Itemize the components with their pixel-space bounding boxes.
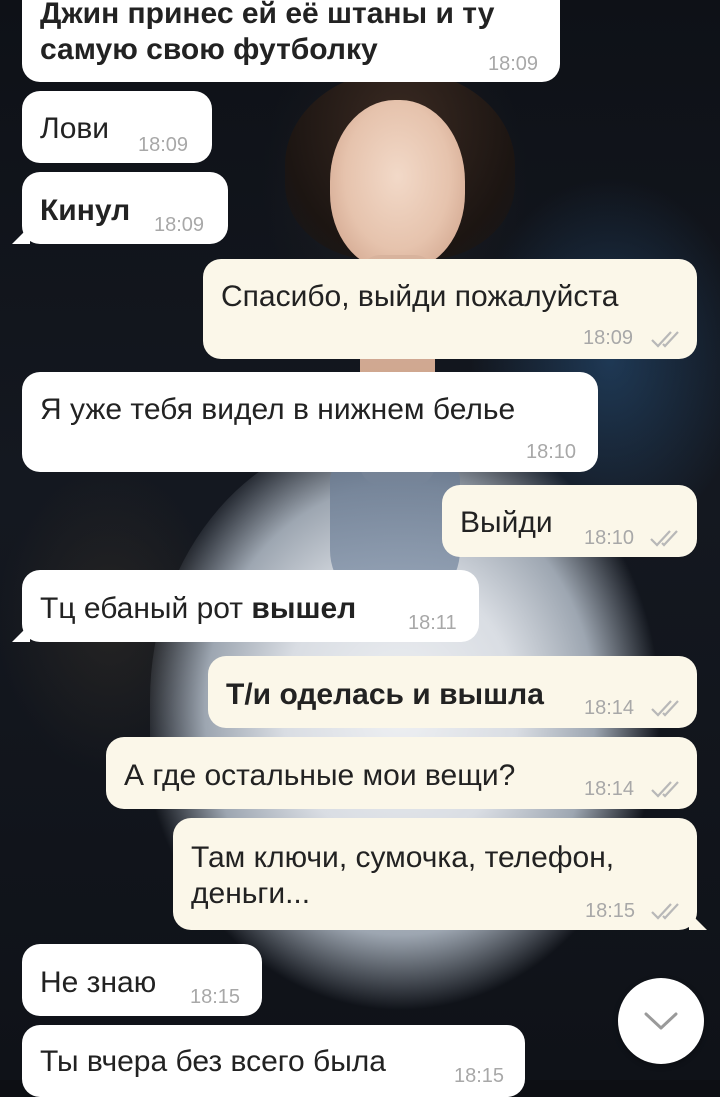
- message-text: Тц ебаный рот вышел: [40, 591, 356, 627]
- message-time: 18:10: [526, 441, 577, 463]
- double-check-icon: [651, 700, 679, 717]
- message-text: Не знаю: [40, 966, 157, 999]
- message-time: 18:14: [584, 697, 635, 719]
- message-text: Спасибо, выйди пожалуйста: [221, 280, 619, 313]
- message-time: 18:09: [583, 327, 634, 349]
- message-bubble-incoming[interactable]: Не знаю 18:15: [22, 944, 262, 1016]
- double-check-icon: [651, 331, 679, 348]
- message-bubble-outgoing[interactable]: Выйди 18:10: [442, 485, 697, 557]
- message-bubble-incoming[interactable]: Тц ебаный рот вышел 18:11: [12, 570, 479, 642]
- message-text: Кинул: [40, 194, 131, 227]
- message-text: Т/и оделась и вышла: [226, 678, 544, 711]
- scroll-to-bottom-button[interactable]: [618, 978, 704, 1064]
- message-bubble-incoming[interactable]: Лови 18:09: [22, 91, 212, 163]
- message-text-line: Джин принес ей её штаны и ту: [40, 0, 495, 30]
- photo-face: [330, 100, 465, 270]
- message-time: 18:09: [154, 214, 205, 236]
- message-bubble-outgoing[interactable]: Там ключи, сумочка, телефон, деньги... 1…: [173, 818, 707, 930]
- message-bubble-incoming[interactable]: Джин принес ей её штаны и ту самую свою …: [22, 0, 560, 82]
- message-text-line: Там ключи, сумочка, телефон,: [191, 841, 615, 874]
- message-time: 18:10: [584, 527, 635, 549]
- message-text-bold: вышел: [251, 592, 357, 625]
- message-time: 18:11: [408, 612, 457, 634]
- message-text: Лови: [40, 112, 110, 145]
- message-time: 18:15: [454, 1065, 505, 1087]
- message-time: 18:14: [584, 778, 635, 800]
- message-text: Ты вчера без всего была: [40, 1045, 386, 1078]
- double-check-icon: [650, 530, 678, 547]
- message-text: Выйди: [460, 506, 553, 539]
- message-time: 18:09: [488, 53, 539, 75]
- message-text-line: самую свою футболку: [40, 33, 378, 66]
- message-bubble-outgoing[interactable]: А где остальные мои вещи? 18:14: [106, 737, 697, 809]
- message-bubble-outgoing[interactable]: Спасибо, выйди пожалуйста 18:09: [203, 259, 697, 359]
- message-bubble-outgoing[interactable]: Т/и оделась и вышла 18:14: [208, 656, 697, 728]
- message-text: А где остальные мои вещи?: [124, 759, 516, 792]
- chevron-down-icon: [644, 1012, 678, 1030]
- message-bubble-incoming[interactable]: Ты вчера без всего была 18:15: [22, 1025, 525, 1097]
- message-bubble-incoming[interactable]: Кинул 18:09: [12, 172, 228, 244]
- double-check-icon: [651, 903, 679, 920]
- message-bubble-incoming[interactable]: Я уже тебя видел в нижнем белье 18:10: [22, 372, 598, 472]
- message-time: 18:15: [190, 986, 241, 1008]
- message-text-plain: Тц ебаный рот: [40, 592, 252, 625]
- message-text: Я уже тебя видел в нижнем белье: [40, 393, 516, 426]
- message-text-line: деньги...: [191, 877, 311, 910]
- message-time: 18:15: [585, 900, 636, 922]
- double-check-icon: [651, 781, 679, 798]
- message-time: 18:09: [138, 134, 189, 156]
